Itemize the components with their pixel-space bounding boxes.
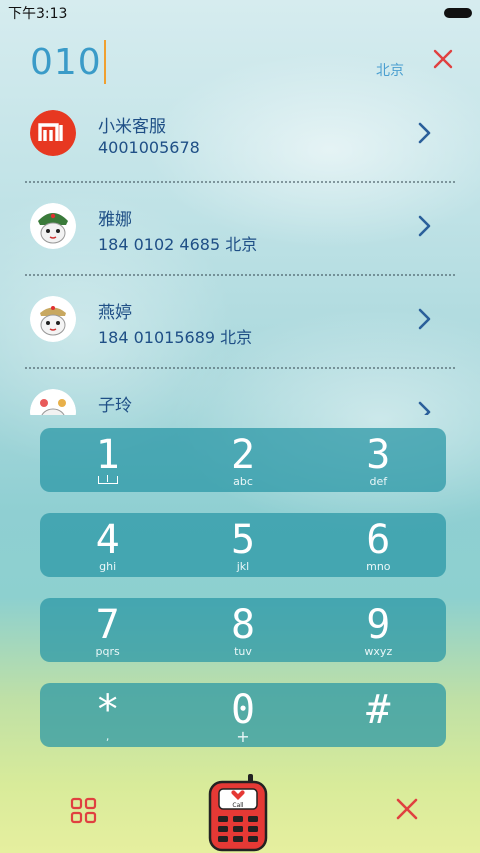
key-digit: 3 bbox=[366, 432, 391, 478]
dial-number-text: 010 bbox=[30, 41, 102, 83]
contact-number: 184 01015689 北京 bbox=[98, 328, 253, 347]
key-letters: wxyz bbox=[364, 645, 393, 658]
key-star[interactable]: * , bbox=[40, 683, 175, 747]
number-location: 北京 bbox=[376, 63, 404, 79]
delete-icon[interactable] bbox=[394, 796, 420, 822]
key-letters: def bbox=[369, 475, 388, 488]
contact-name: 小米客服 bbox=[98, 117, 166, 137]
key-3[interactable]: 3 def bbox=[311, 428, 446, 492]
dial-keypad: 1 2 abc 3 def 4 ghi 5 jkl 6 mno 7 pqrs 8… bbox=[40, 428, 446, 768]
key-letters: pqrs bbox=[95, 645, 120, 658]
chevron-right-icon[interactable] bbox=[414, 306, 434, 332]
grid-icon[interactable] bbox=[70, 797, 97, 824]
key-digit: 4 bbox=[95, 517, 120, 563]
key-digit: 1 bbox=[95, 432, 120, 478]
contact-name: 雅娜 bbox=[98, 210, 132, 230]
keypad-row: 7 pqrs 8 tuv 9 wxyz bbox=[40, 598, 446, 662]
contact-row[interactable]: 小米客服 4001005678 bbox=[0, 90, 480, 183]
clear-input-icon[interactable] bbox=[430, 46, 456, 72]
key-9[interactable]: 9 wxyz bbox=[311, 598, 446, 662]
key-digit: 5 bbox=[230, 517, 256, 563]
key-letters: abc bbox=[233, 475, 253, 488]
key-letters: tuv bbox=[234, 645, 252, 658]
call-label: Call bbox=[232, 802, 244, 809]
key-digit: * bbox=[95, 687, 120, 733]
key-1[interactable]: 1 bbox=[40, 428, 175, 492]
key-digit: 7 bbox=[95, 602, 120, 648]
chevron-right-icon[interactable] bbox=[414, 399, 434, 415]
key-2[interactable]: 2 abc bbox=[175, 428, 310, 492]
key-6[interactable]: 6 mno bbox=[311, 513, 446, 577]
key-letters: jkl bbox=[236, 560, 250, 573]
key-digit: 2 bbox=[230, 432, 256, 478]
key-4[interactable]: 4 ghi bbox=[40, 513, 175, 577]
contact-row[interactable]: 子玲 bbox=[0, 369, 480, 415]
contact-name: 子玲 bbox=[98, 396, 132, 415]
key-hash[interactable]: # bbox=[311, 683, 446, 747]
chevron-right-icon[interactable] bbox=[414, 120, 434, 146]
dial-number-field[interactable]: 010 bbox=[30, 40, 106, 84]
key-digit: 9 bbox=[366, 602, 391, 648]
key-digit: 6 bbox=[366, 517, 391, 563]
status-bar: 下午3:13 bbox=[0, 0, 480, 26]
key-letters: , bbox=[105, 730, 110, 743]
key-letters: ghi bbox=[99, 560, 117, 573]
keypad-row: 4 ghi 5 jkl 6 mno bbox=[40, 513, 446, 577]
keypad-row: * , 0 + # bbox=[40, 683, 446, 747]
mitu-avatar-icon bbox=[30, 203, 76, 249]
bottom-action-bar: Call bbox=[0, 760, 480, 853]
keypad-row: 1 2 abc 3 def bbox=[40, 428, 446, 492]
key-letters: mno bbox=[366, 560, 391, 573]
key-letters: + bbox=[236, 727, 250, 746]
text-cursor bbox=[103, 40, 106, 84]
contact-row[interactable]: 燕婷 184 01015689 北京 bbox=[0, 276, 480, 369]
key-0[interactable]: 0 + bbox=[175, 683, 310, 747]
chevron-right-icon[interactable] bbox=[414, 213, 434, 239]
key-digit: # bbox=[366, 687, 391, 733]
key-7[interactable]: 7 pqrs bbox=[40, 598, 175, 662]
contact-number: 184 0102 4685 北京 bbox=[98, 235, 258, 254]
contact-name: 燕婷 bbox=[98, 303, 132, 323]
status-time: 下午3:13 bbox=[8, 6, 68, 22]
key-8[interactable]: 8 tuv bbox=[175, 598, 310, 662]
call-phone-icon[interactable]: Call bbox=[206, 772, 270, 852]
mitu-avatar-icon bbox=[30, 389, 76, 415]
key-digit: 0 bbox=[230, 687, 256, 733]
contact-match-list: 小米客服 4001005678 雅娜 184 0102 4685 北京 燕婷 1… bbox=[0, 90, 480, 415]
key-digit: 8 bbox=[230, 602, 256, 648]
voicemail-icon bbox=[97, 475, 118, 484]
mitu-avatar-icon bbox=[30, 296, 76, 342]
key-5[interactable]: 5 jkl bbox=[175, 513, 310, 577]
battery-icon bbox=[444, 8, 472, 18]
contact-row[interactable]: 雅娜 184 0102 4685 北京 bbox=[0, 183, 480, 276]
contact-number: 4001005678 bbox=[98, 138, 200, 157]
mi-logo-icon bbox=[30, 110, 76, 156]
